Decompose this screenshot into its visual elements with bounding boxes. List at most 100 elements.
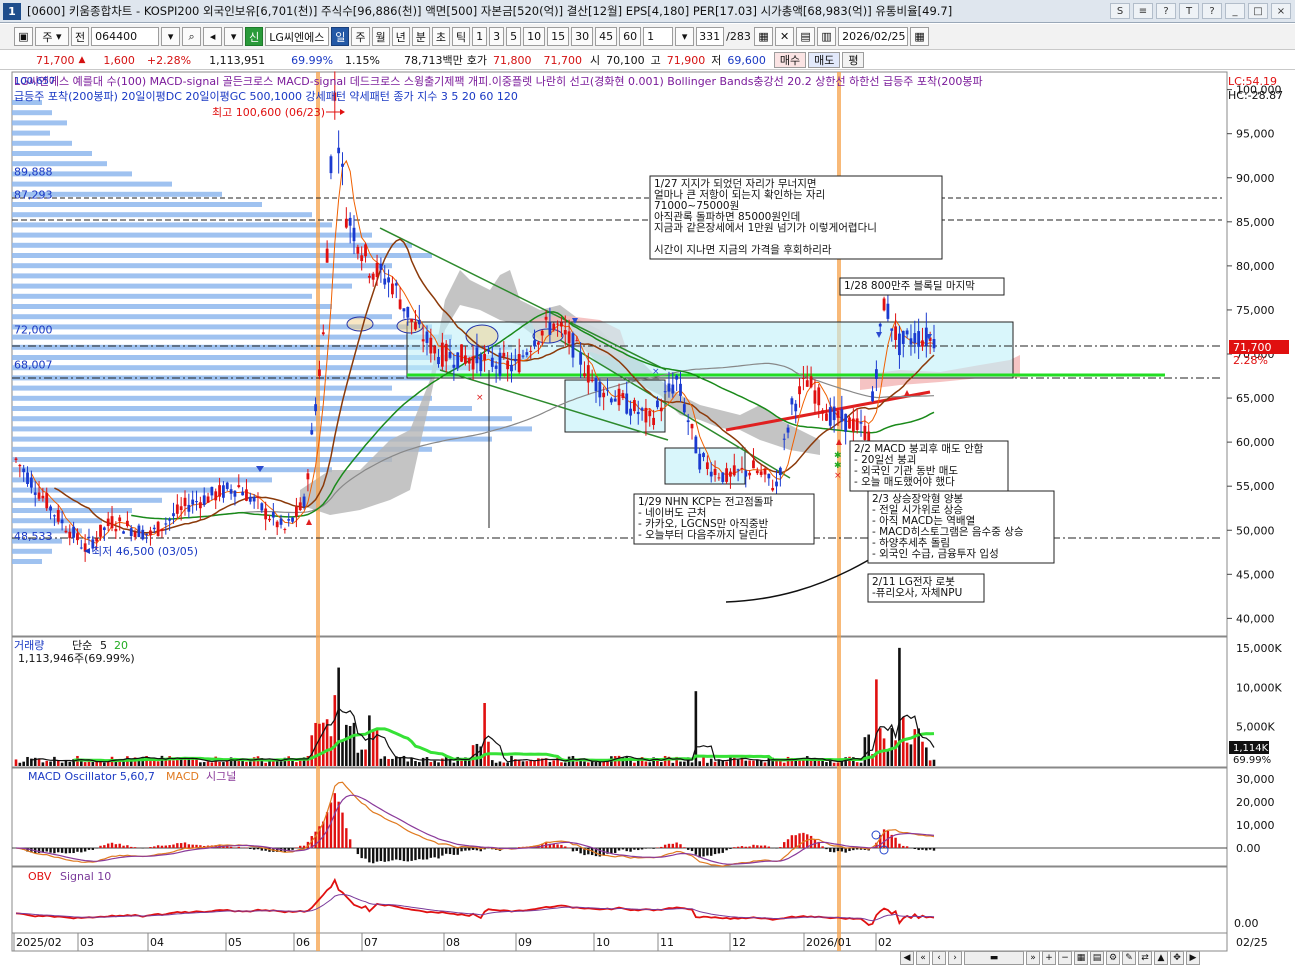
period-day[interactable]: 일 bbox=[331, 27, 349, 46]
lock-icon[interactable]: ▤ bbox=[796, 27, 815, 46]
macd-hist-bar bbox=[783, 842, 785, 848]
date-input[interactable]: 2026/02/25 bbox=[838, 27, 908, 46]
obv-panel-frame bbox=[12, 867, 1227, 933]
crosshair-toggle-icon[interactable]: ✥ bbox=[1170, 951, 1184, 965]
lc-label: LC:54.19 bbox=[1228, 75, 1277, 88]
candle-body bbox=[176, 505, 179, 514]
sell-button[interactable]: 매도 bbox=[808, 52, 840, 68]
candle-body bbox=[552, 324, 555, 330]
scroll-right-icon[interactable]: ▶ bbox=[1186, 951, 1200, 965]
prev-button[interactable]: 전 bbox=[71, 27, 89, 46]
stock-code-input[interactable]: 064400 bbox=[91, 27, 159, 46]
nav-prev-icon[interactable]: ‹ bbox=[932, 951, 946, 965]
stock-name-field[interactable]: LG씨엔에스 bbox=[265, 27, 329, 46]
settings-icon[interactable]: ⚙ bbox=[1106, 951, 1120, 965]
code-dropdown-icon[interactable]: ▾ bbox=[161, 27, 180, 46]
compare-icon[interactable]: ⇄ bbox=[1138, 951, 1152, 965]
nav-next-icon[interactable]: › bbox=[948, 951, 962, 965]
interval-45[interactable]: 45 bbox=[595, 27, 617, 46]
annotation-feb3-line: - 외국인 수급, 금융투자 입성 bbox=[872, 547, 999, 560]
macd-hist-bar bbox=[894, 838, 896, 848]
period-year[interactable]: 년 bbox=[392, 27, 410, 46]
candle-body bbox=[418, 320, 421, 324]
period-month[interactable]: 월 bbox=[372, 27, 390, 46]
candle-body bbox=[237, 485, 240, 487]
scroll-thumb[interactable]: ▬ bbox=[964, 951, 1024, 965]
candle-body bbox=[840, 409, 843, 421]
market-select[interactable]: 주 ▾ bbox=[35, 27, 69, 46]
up-arrow-icon: ▲ bbox=[79, 55, 86, 65]
nav-forward-icon[interactable]: » bbox=[1026, 951, 1040, 965]
candle-body bbox=[883, 298, 886, 310]
period-minute[interactable]: 분 bbox=[412, 27, 430, 46]
macd-hist-bar bbox=[65, 848, 67, 853]
macd-legend-osc: MACD Oscillator 5,60,7 bbox=[28, 770, 155, 783]
volume-bar bbox=[157, 761, 160, 766]
volume-bar bbox=[61, 763, 64, 766]
period-second[interactable]: 초 bbox=[432, 27, 450, 46]
nav-rewind-icon[interactable]: « bbox=[916, 951, 930, 965]
nav-first-icon[interactable]: ◀ bbox=[900, 951, 914, 965]
candle-body bbox=[645, 408, 648, 422]
interval-5[interactable]: 5 bbox=[506, 27, 521, 46]
volume-profile-bar bbox=[12, 416, 512, 421]
candle-body bbox=[721, 472, 724, 481]
period-tick[interactable]: 틱 bbox=[452, 27, 470, 46]
text-button[interactable]: T bbox=[1179, 3, 1199, 19]
grid-toggle-icon[interactable]: ▦ bbox=[1074, 951, 1088, 965]
zoom-out-icon[interactable]: − bbox=[1058, 951, 1072, 965]
help-button[interactable]: ? bbox=[1156, 3, 1176, 19]
interval-input[interactable]: 1 bbox=[643, 27, 673, 46]
macd-hist-bar bbox=[364, 848, 366, 859]
macd-hist-bar bbox=[349, 839, 351, 848]
count-input[interactable]: 331 bbox=[696, 27, 724, 46]
interval-3[interactable]: 3 bbox=[489, 27, 504, 46]
candle-body bbox=[291, 518, 294, 522]
interval-dropdown-icon[interactable]: ▾ bbox=[675, 27, 694, 46]
interval-15[interactable]: 15 bbox=[547, 27, 569, 46]
print-icon[interactable]: ▤ bbox=[1090, 951, 1104, 965]
macd-hist-bar bbox=[729, 848, 731, 849]
candle-body bbox=[287, 519, 290, 520]
interval-10[interactable]: 10 bbox=[523, 27, 545, 46]
interval-30[interactable]: 30 bbox=[571, 27, 593, 46]
crosshair-icon[interactable]: ✕ bbox=[775, 27, 794, 46]
volume-bar bbox=[837, 763, 840, 766]
volume-profile-bar bbox=[12, 182, 172, 187]
layout-icon[interactable]: ▣ bbox=[14, 27, 33, 46]
chart-svg[interactable]: 100,00095,00090,00085,00080,00075,00070,… bbox=[0, 71, 1295, 968]
interval-60[interactable]: 60 bbox=[619, 27, 641, 46]
stock-name-value: LG씨엔에스 bbox=[269, 29, 324, 45]
volume-bar bbox=[768, 758, 771, 766]
volume-bar bbox=[779, 761, 782, 766]
history-dropdown-icon[interactable]: ▾ bbox=[224, 27, 243, 46]
macd-hist-bar bbox=[756, 845, 758, 848]
interval-1[interactable]: 1 bbox=[472, 27, 487, 46]
expand-icon[interactable]: ▲ bbox=[1154, 951, 1168, 965]
calendar-icon[interactable]: ▦ bbox=[910, 27, 929, 46]
zoom-in-icon[interactable]: + bbox=[1042, 951, 1056, 965]
window-controls: S ≡ ? T ? _ □ × bbox=[1110, 3, 1291, 19]
buy-button[interactable]: 매수 bbox=[774, 52, 806, 68]
grid-icon[interactable]: ▦ bbox=[754, 27, 773, 46]
candle-body bbox=[168, 519, 171, 521]
candle-body bbox=[283, 529, 286, 530]
average-button[interactable]: 평 bbox=[842, 52, 864, 68]
sound-icon[interactable]: ◂ bbox=[203, 27, 222, 46]
info-button[interactable]: ? bbox=[1202, 3, 1222, 19]
volume-bar bbox=[710, 759, 713, 766]
chart-area[interactable]: 100,00095,00090,00085,00080,00075,00070,… bbox=[0, 71, 1295, 968]
maximize-button[interactable]: □ bbox=[1248, 3, 1268, 19]
close-button[interactable]: × bbox=[1271, 3, 1291, 19]
period-week[interactable]: 주 bbox=[351, 27, 369, 46]
volume-bar bbox=[199, 762, 202, 766]
volume-bar bbox=[783, 763, 786, 766]
draw-icon[interactable]: ✎ bbox=[1122, 951, 1136, 965]
save-icon[interactable]: ▥ bbox=[817, 27, 836, 46]
search-icon[interactable]: ⌕ bbox=[182, 27, 201, 46]
candle-body bbox=[30, 478, 33, 488]
macd-hist-bar bbox=[403, 848, 405, 861]
save-screen-button[interactable]: S bbox=[1110, 3, 1130, 19]
menu-button[interactable]: ≡ bbox=[1133, 3, 1153, 19]
minimize-button[interactable]: _ bbox=[1225, 3, 1245, 19]
